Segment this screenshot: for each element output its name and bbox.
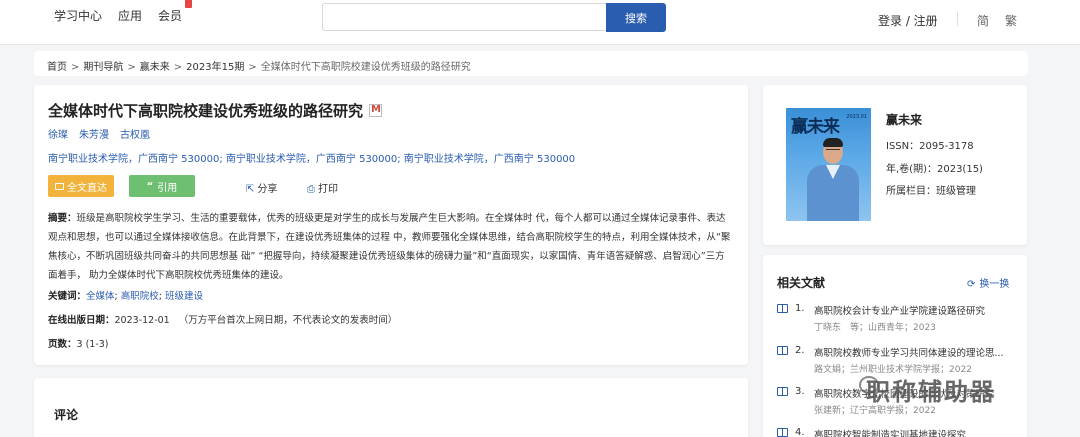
article-title-text: 全媒体时代下高职院校建设优秀班级的路径研究: [48, 102, 364, 120]
affiliation[interactable]: 南宁职业技术学院，广西南宁 530000; 南宁职业技术学院，广西南宁 5300…: [48, 150, 575, 165]
book-icon: [777, 387, 788, 396]
refresh-button[interactable]: ⟳ 换一换: [967, 275, 1009, 290]
related-item-number: 1.: [795, 303, 805, 314]
breadcrumb-journal[interactable]: 赢未来: [140, 62, 170, 73]
journal-column: 所属栏目：班级管理: [886, 186, 976, 197]
share-label: 分享: [257, 184, 278, 195]
related-item-title[interactable]: 高职院校智能制造实训基地建设探究: [814, 427, 1014, 437]
refresh-icon: ⟳: [967, 279, 976, 290]
article-card: 全媒体时代下高职院校建设优秀班级的路径研究 徐璨朱芳漫古权凰 南宁职业技术学院，…: [34, 85, 748, 365]
breadcrumb-current: 全媒体时代下高职院校建设优秀班级的路径研究: [260, 62, 471, 73]
breadcrumb-separator: >: [71, 62, 80, 73]
breadcrumb-journals[interactable]: 期刊导航: [83, 62, 123, 73]
keywords-label: 关键词：: [48, 291, 87, 302]
breadcrumb: 首页 > 期刊导航 > 赢未来 >2023年15期 > 全媒体时代下高职院校建设优秀班级的路径…: [34, 51, 1028, 76]
book-icon: [777, 346, 788, 355]
related-item-title[interactable]: 高职院校教师专业学习共同体建设的理论思...: [814, 345, 1014, 359]
divider: [957, 12, 958, 26]
lang-traditional[interactable]: 繁: [1005, 12, 1017, 29]
author-link[interactable]: 古权凰: [120, 130, 150, 141]
breadcrumb-separator: >: [248, 62, 257, 73]
refresh-label: 换一换: [979, 279, 1010, 290]
online-date: 2023-12-01: [114, 315, 170, 326]
share-button[interactable]: ⇱ 分享: [246, 180, 277, 195]
print-label: 打印: [318, 184, 338, 195]
abstract-text: 班级是高职院校学生学习、生活的重要载体，优秀的班级更是对学生的成长与发展产生巨大…: [48, 213, 731, 281]
printer-icon: ⎙: [307, 184, 315, 195]
pages-row: 页数：3 (1-3): [48, 336, 109, 350]
journal-issn: ISSN：2095-3178: [886, 141, 974, 152]
quote-icon: “: [146, 180, 154, 192]
author-link[interactable]: 徐璨: [48, 130, 68, 141]
keyword-link[interactable]: 班级建设: [165, 291, 203, 302]
related-item-source: 丁晓东 等；山西青年；2023: [814, 323, 936, 333]
online-date-label: 在线出版日期：: [48, 315, 115, 326]
lang-simplified[interactable]: 简: [977, 12, 989, 29]
related-literature-card: 相关文献 ⟳ 换一换 1. 高职院校会计专业产业学院建设路径研究 丁晓东 等；山西…: [763, 255, 1027, 437]
breadcrumb-issue[interactable]: 2023年15期: [186, 62, 244, 73]
keyword-link[interactable]: 全媒体: [86, 291, 115, 302]
article-title: 全媒体时代下高职院校建设优秀班级的路径研究: [48, 100, 383, 121]
search-button[interactable]: 搜索: [606, 3, 666, 32]
cover-issue: 2023.01: [846, 114, 867, 120]
abstract-label: 摘要：: [48, 213, 77, 224]
comments-title: 评论: [54, 408, 79, 422]
cite-button[interactable]: “引用: [129, 175, 195, 197]
related-item-number: 3.: [795, 386, 805, 397]
journal-year-volume: 年,卷(期)：2023(15): [886, 164, 983, 175]
top-bar: 学习中心 应用 会员 搜索 登录 / 注册 简 繁: [0, 0, 1080, 45]
fulltext-button[interactable]: 全文直达: [48, 175, 114, 197]
keyword-link[interactable]: 高职院校: [121, 291, 159, 302]
comments-card: 评论: [34, 378, 748, 437]
related-item-title[interactable]: 高职院校会计专业产业学院建设路径研究: [814, 303, 1014, 317]
cover-figure-glasses: [826, 149, 840, 152]
pages-label: 页数：: [48, 339, 77, 350]
breadcrumb-separator: >: [173, 62, 183, 73]
nav-vip-label: 会员: [158, 9, 183, 23]
cover-title: 赢未来: [791, 117, 840, 137]
cover-figure-hair: [823, 138, 843, 147]
document-icon: [55, 182, 64, 190]
fulltext-button-label: 全文直达: [67, 182, 107, 194]
breadcrumb-home[interactable]: 首页: [47, 62, 67, 73]
nav-apps[interactable]: 应用: [118, 7, 142, 24]
related-title: 相关文献: [777, 276, 826, 290]
nav-learning-center[interactable]: 学习中心: [54, 7, 102, 24]
online-date-row: 在线出版日期：2023-12-01 （万方平台首次上网日期，不代表论文的发表时间…: [48, 312, 397, 326]
login-register-link[interactable]: 登录 / 注册: [878, 12, 938, 29]
online-date-note: （万方平台首次上网日期，不代表论文的发表时间）: [178, 315, 398, 326]
nav-vip[interactable]: 会员: [158, 0, 193, 24]
author-list: 徐璨 朱芳漫 古权凰: [48, 126, 161, 141]
book-icon: [777, 428, 788, 437]
related-item-number: 2.: [795, 345, 805, 356]
related-item-number: 4.: [795, 427, 805, 437]
journal-cover-image[interactable]: 赢未来 2023.01: [786, 108, 871, 221]
main-nav: 学习中心 应用 会员: [54, 0, 193, 24]
journal-name[interactable]: 赢未来: [886, 111, 922, 128]
pages-value: 3 (1-3): [76, 339, 109, 350]
share-icon: ⇱: [246, 184, 255, 195]
vip-badge-icon: [185, 0, 193, 8]
journal-card: 赢未来 2023.01 赢未来 ISSN：2095-3178 年,卷(期)：20…: [763, 85, 1027, 245]
breadcrumb-separator: >: [127, 62, 136, 73]
book-icon: [777, 304, 788, 313]
mendeley-icon[interactable]: [369, 104, 383, 117]
keywords-row: 关键词：全媒体; 高职院校; 班级建设: [48, 291, 204, 302]
abstract: 摘要：班级是高职院校学生学习、生活的重要载体，优秀的班级更是对学生的成长与发展产…: [48, 209, 734, 285]
cite-button-label: 引用: [157, 182, 178, 194]
print-button[interactable]: ⎙ 打印: [307, 180, 338, 195]
author-link[interactable]: 朱芳漫: [79, 130, 109, 141]
search-input[interactable]: [322, 3, 607, 31]
watermark: 职称辅助器: [866, 378, 996, 406]
